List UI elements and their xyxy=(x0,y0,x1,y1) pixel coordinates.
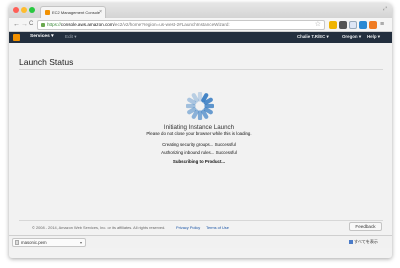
downloads-icon xyxy=(349,239,353,244)
minimize-window-icon[interactable] xyxy=(21,7,27,13)
lock-icon xyxy=(41,23,45,27)
download-item[interactable]: masonic.pem ▾ xyxy=(12,238,86,247)
browser-window: EC2 Management Console × ⤢ ← → C https:/… xyxy=(9,3,392,258)
aws-favicon-icon xyxy=(45,10,50,15)
copyright-text: © 2008 - 2014, Amazon Web Services, Inc.… xyxy=(32,225,166,230)
extension-icon[interactable] xyxy=(349,21,357,29)
status-heading: Initiating Instance Launch xyxy=(163,124,235,131)
tab-strip: EC2 Management Console × ⤢ xyxy=(9,3,392,18)
page-title: Launch Status xyxy=(19,57,74,67)
tab-title: EC2 Management Console xyxy=(52,10,101,15)
services-menu[interactable]: Services ▾ xyxy=(30,34,53,39)
downloads-bar: masonic.pem ▾ すべてを表示 xyxy=(9,235,392,248)
edit-menu[interactable]: Edit ▾ xyxy=(65,34,77,40)
status-step-active: Subscribing to Product... xyxy=(172,158,226,164)
privacy-policy-link[interactable]: Privacy Policy xyxy=(176,225,200,230)
url-path: /ec2/v2/home?region=us-west-2#LaunchInst… xyxy=(113,22,230,27)
spinner-segment xyxy=(187,107,197,115)
back-icon[interactable]: ← xyxy=(13,20,20,29)
extension-icon[interactable] xyxy=(359,21,367,29)
close-window-icon[interactable] xyxy=(13,7,19,13)
status-subtext: Please do not close your browser while t… xyxy=(146,131,252,136)
fullscreen-icon[interactable]: ⤢ xyxy=(383,6,387,12)
reload-icon[interactable]: C xyxy=(29,20,33,29)
browser-tab[interactable]: EC2 Management Console × xyxy=(40,6,106,18)
url-host: console.aws.amazon.com xyxy=(60,22,114,27)
extension-icon[interactable] xyxy=(329,21,337,29)
help-menu[interactable]: Help ▾ xyxy=(367,34,380,40)
download-filename: masonic.pem xyxy=(21,240,47,245)
spinner-segment xyxy=(191,93,199,103)
url-input[interactable]: https://console.aws.amazon.com/ec2/v2/ho… xyxy=(37,20,325,30)
forward-icon[interactable]: → xyxy=(21,20,28,29)
bookmark-star-icon[interactable]: ☆ xyxy=(315,21,321,29)
spinner-segment xyxy=(191,109,199,119)
extension-icon[interactable] xyxy=(339,21,347,29)
status-steps: Creating security groups... Successful A… xyxy=(99,142,299,167)
region-menu[interactable]: Oregon ▾ xyxy=(342,34,361,40)
spinner-segment xyxy=(203,107,213,115)
file-icon xyxy=(15,240,19,245)
browser-menu-icon[interactable]: ≡ xyxy=(380,20,384,29)
status-step: Creating security groups... Successful xyxy=(162,142,236,147)
footer-divider xyxy=(19,220,383,221)
aws-logo-icon[interactable] xyxy=(13,34,20,41)
spinner-segment xyxy=(201,93,209,103)
feedback-button[interactable]: Feedback xyxy=(349,222,382,231)
spinner-segment xyxy=(203,97,213,105)
address-bar: ← → C https://console.aws.amazon.com/ec2… xyxy=(9,18,392,32)
zoom-window-icon[interactable] xyxy=(29,7,35,13)
show-all-label: すべてを表示 xyxy=(354,239,379,244)
extension-icon[interactable] xyxy=(369,21,377,29)
status-step: Authorizing inbound rules... Successful xyxy=(161,150,237,156)
aws-navbar: Services ▾ Edit ▾ Chalie T.R/EC ▾ Oregon… xyxy=(9,32,392,43)
terms-of-use-link[interactable]: Terms of Use xyxy=(206,225,229,230)
account-menu[interactable]: Chalie T.R/EC ▾ xyxy=(297,34,329,40)
chevron-down-icon[interactable]: ▾ xyxy=(80,239,82,246)
loading-spinner-icon xyxy=(186,92,214,120)
url-scheme: https:// xyxy=(47,22,61,27)
spinner-segment xyxy=(187,97,197,105)
tab-close-icon[interactable]: × xyxy=(99,9,102,15)
title-divider xyxy=(19,69,383,70)
show-all-downloads-link[interactable]: すべてを表示 xyxy=(349,239,378,245)
spinner-segment xyxy=(201,109,209,119)
